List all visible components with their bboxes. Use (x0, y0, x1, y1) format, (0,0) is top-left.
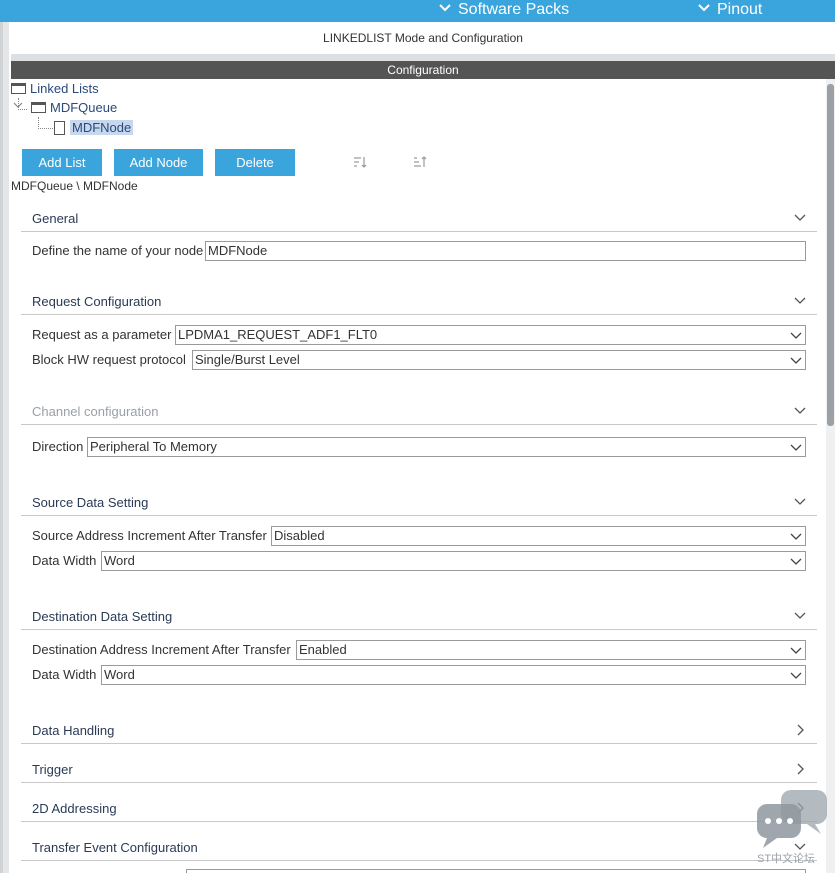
folder-icon (11, 83, 26, 94)
delete-button[interactable]: Delete (215, 149, 295, 176)
dst-incr-select[interactable]: Enabled (296, 640, 806, 660)
pinout-menu[interactable]: Pinout (697, 0, 762, 22)
section-trigger[interactable]: Trigger (21, 758, 817, 783)
chevron-down-icon (790, 357, 802, 364)
src-incr-select[interactable]: Disabled (271, 526, 806, 546)
mode-config-title: LINKEDLIST Mode and Configuration (323, 31, 523, 45)
mode-config-header: LINKEDLIST Mode and Configuration (11, 22, 835, 58)
software-packs-label: Software Packs (458, 1, 570, 18)
section-title: 2D Addressing (32, 801, 117, 816)
dst-width-select[interactable]: Word (101, 665, 806, 685)
section-title: Destination Data Setting (32, 609, 173, 624)
sort-down-icon[interactable] (353, 155, 367, 169)
scrollbar-thumb[interactable] (827, 84, 834, 426)
section-transfer-event-configuration[interactable]: Transfer Event Configuration (21, 836, 817, 861)
pinout-label: Pinout (717, 1, 763, 18)
tree-root-linked-lists[interactable]: Linked Lists (11, 80, 99, 98)
section-2d-addressing[interactable]: 2D Addressing (21, 797, 817, 822)
software-packs-menu[interactable]: Software Packs (438, 0, 569, 22)
tree-item-mdfqueue[interactable]: MDFQueue (31, 99, 117, 117)
chevron-down-icon (790, 558, 802, 565)
chevron-down-icon (698, 4, 710, 12)
left-rail-edge (0, 22, 3, 873)
chevron-right-icon (797, 763, 804, 775)
select-value: LPDMA1_REQUEST_ADF1_FLT0 (178, 327, 378, 342)
select-value: Word (104, 553, 135, 568)
chevron-down-icon (790, 444, 802, 451)
folder-icon (31, 102, 46, 113)
chevron-down-icon (790, 647, 802, 654)
request-param-select[interactable]: LPDMA1_REQUEST_ADF1_FLT0 (175, 325, 806, 345)
section-source-data-setting[interactable]: Source Data Setting (21, 491, 817, 516)
chevron-down-icon (439, 4, 451, 12)
chevron-down-icon (794, 297, 806, 304)
chat-bubble-icon (757, 790, 827, 848)
node-name-input[interactable]: MDFNode (205, 241, 806, 261)
tree-connector (38, 117, 53, 129)
section-data-handling[interactable]: Data Handling (21, 719, 817, 744)
src-width-label: Data Width (32, 553, 97, 568)
section-title: Channel configuration (32, 404, 159, 419)
section-title: Data Handling (32, 723, 115, 738)
request-param-label: Request as a parameter (32, 327, 172, 342)
chevron-down-icon (790, 672, 802, 679)
node-name-label: Define the name of your node (32, 243, 204, 258)
file-icon (54, 121, 65, 135)
chevron-down-icon (794, 407, 806, 414)
section-title: Request Configuration (32, 294, 162, 309)
section-title: General (32, 211, 79, 226)
block-hw-label: Block HW request protocol (32, 352, 186, 367)
section-request-configuration[interactable]: Request Configuration (21, 290, 817, 315)
chevron-down-icon (790, 332, 802, 339)
chevron-down-icon (794, 612, 806, 619)
partial-select[interactable] (186, 869, 806, 873)
configuration-header: Configuration (11, 61, 835, 79)
direction-label: Direction (32, 439, 84, 454)
tree-node-label: MDFNode (70, 120, 134, 135)
src-incr-label: Source Address Increment After Transfer (32, 528, 267, 543)
dst-width-label: Data Width (32, 667, 97, 682)
dst-incr-label: Destination Address Increment After Tran… (32, 642, 291, 657)
block-hw-select[interactable]: Single/Burst Level (192, 350, 806, 370)
tree-item-mdfnode[interactable]: MDFNode (54, 119, 134, 137)
select-value: Single/Burst Level (195, 352, 300, 367)
section-title: Source Data Setting (32, 495, 149, 510)
section-title: Transfer Event Configuration (32, 840, 198, 855)
section-destination-data-setting[interactable]: Destination Data Setting (21, 605, 817, 630)
select-value: Word (104, 667, 135, 682)
select-value: Disabled (274, 528, 325, 543)
add-list-button[interactable]: Add List (22, 149, 102, 176)
sort-up-icon[interactable] (413, 155, 427, 169)
forum-watermark: ST中文论坛 (755, 790, 831, 870)
chevron-down-icon (790, 533, 802, 540)
breadcrumb: MDFQueue \ MDFNode (11, 179, 138, 193)
direction-select[interactable]: Peripheral To Memory (87, 437, 806, 457)
tree-queue-label: MDFQueue (50, 100, 118, 115)
section-title: Trigger (32, 762, 73, 777)
section-channel-configuration[interactable]: Channel configuration (21, 400, 817, 425)
chevron-down-icon (794, 498, 806, 505)
select-value: Peripheral To Memory (90, 439, 217, 454)
select-value: Enabled (299, 642, 347, 657)
chevron-expand-icon[interactable] (13, 100, 23, 110)
section-general[interactable]: General (21, 207, 817, 232)
chevron-down-icon (794, 214, 806, 221)
divider-bar (11, 54, 835, 61)
tree-root-label: Linked Lists (30, 81, 99, 96)
chevron-right-icon (797, 724, 804, 736)
src-width-select[interactable]: Word (101, 551, 806, 571)
add-node-button[interactable]: Add Node (114, 149, 203, 176)
top-menu-bar: Software Packs Pinout (0, 0, 835, 22)
watermark-text: ST中文论坛 (757, 853, 816, 865)
